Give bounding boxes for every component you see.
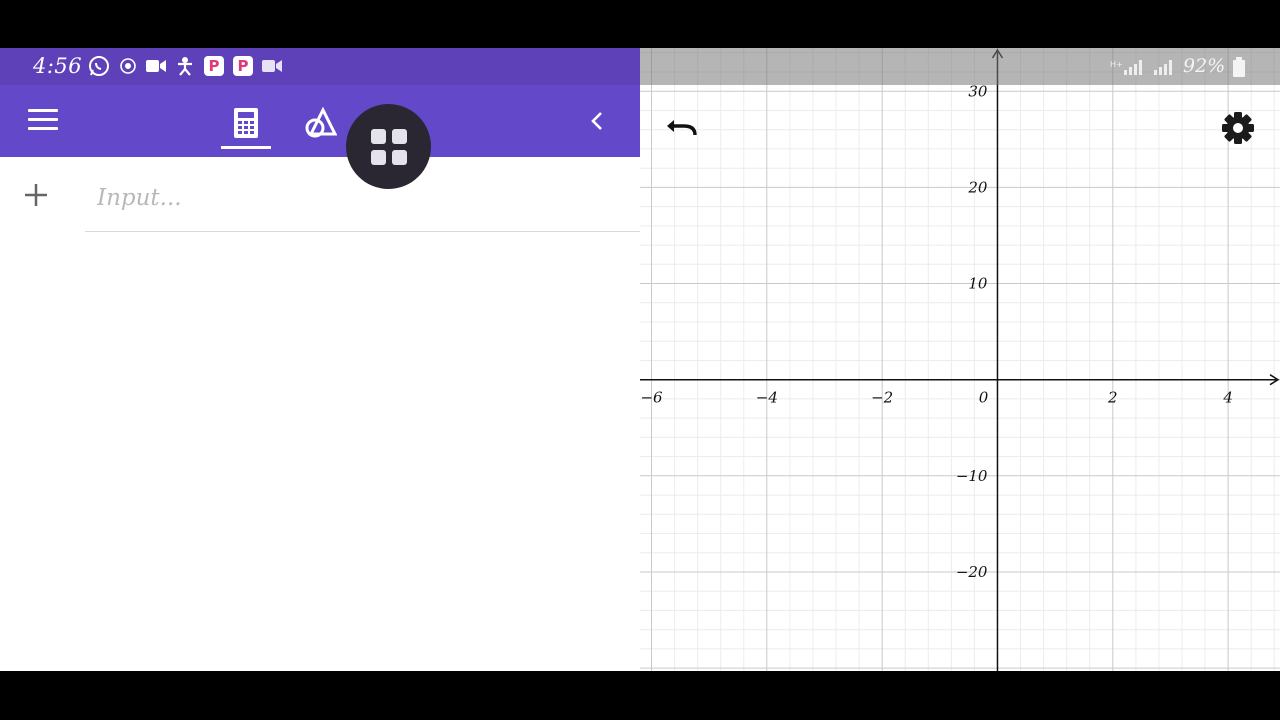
- y-tick-label: −10: [956, 467, 988, 485]
- y-tick-label: 20: [967, 178, 988, 196]
- geometry-icon: [305, 107, 337, 138]
- x-tick-label: −4: [756, 389, 778, 407]
- p-app-icon: P: [204, 56, 224, 76]
- undo-icon: [667, 120, 697, 136]
- settings-button[interactable]: [1220, 110, 1256, 146]
- x-tick-label: 4: [1222, 389, 1233, 407]
- signal-icon: H+: [1110, 60, 1172, 75]
- y-tick-label: 10: [968, 275, 988, 293]
- x-tick-label: 0: [979, 389, 989, 407]
- add-item-button[interactable]: [22, 181, 50, 209]
- x-tick-label: 2: [1107, 389, 1118, 407]
- video-icon: [261, 56, 283, 76]
- menu-icon: [28, 109, 58, 112]
- gear-icon: [1222, 112, 1254, 144]
- battery-percent: 92%: [1183, 55, 1226, 77]
- plus-icon: [25, 184, 47, 206]
- accessibility-icon: [176, 56, 194, 76]
- status-time: 4:56: [33, 54, 83, 78]
- app-toolbar: [0, 85, 640, 189]
- algebra-view: [0, 157, 640, 671]
- status-bar: 4:56 P P: [0, 48, 640, 85]
- status-bar-right: H+ 92%: [640, 48, 1280, 85]
- algebra-input[interactable]: [95, 177, 599, 219]
- whatsapp-icon: [88, 56, 110, 76]
- battery-icon: [1233, 57, 1245, 77]
- tab-calculator[interactable]: [221, 101, 271, 149]
- p-app-icon: P: [233, 56, 253, 76]
- menu-button[interactable]: [28, 109, 58, 133]
- x-tick-label: −6: [640, 389, 663, 407]
- screen: 4:56 P P Input... −6 −4 −2 0 2 4 30 20 1…: [0, 48, 1280, 671]
- video-icon: [145, 56, 167, 76]
- undo-button[interactable]: [664, 112, 700, 142]
- chevron-left-icon: [591, 112, 602, 130]
- x-tick-labels: −6 −4 −2 0 2 4: [640, 389, 1232, 407]
- collapse-panel-button[interactable]: [585, 108, 611, 134]
- y-tick-labels: 302010−10−20: [956, 82, 988, 581]
- svg-text:H+: H+: [1110, 60, 1123, 69]
- apps-grid-icon: [370, 128, 407, 165]
- location-icon: [119, 56, 137, 76]
- y-tick-label: −20: [956, 563, 988, 581]
- x-tick-label: −2: [871, 389, 893, 407]
- tab-geometry[interactable]: [295, 101, 345, 145]
- coordinate-grid: −6 −4 −2 0 2 4 302010−10−20: [640, 48, 1280, 671]
- tab-apps[interactable]: [346, 104, 431, 189]
- graphics-view[interactable]: −6 −4 −2 0 2 4 30 20 10 −10 −20 H+ 92%: [640, 48, 1280, 671]
- calculator-icon: [234, 108, 258, 138]
